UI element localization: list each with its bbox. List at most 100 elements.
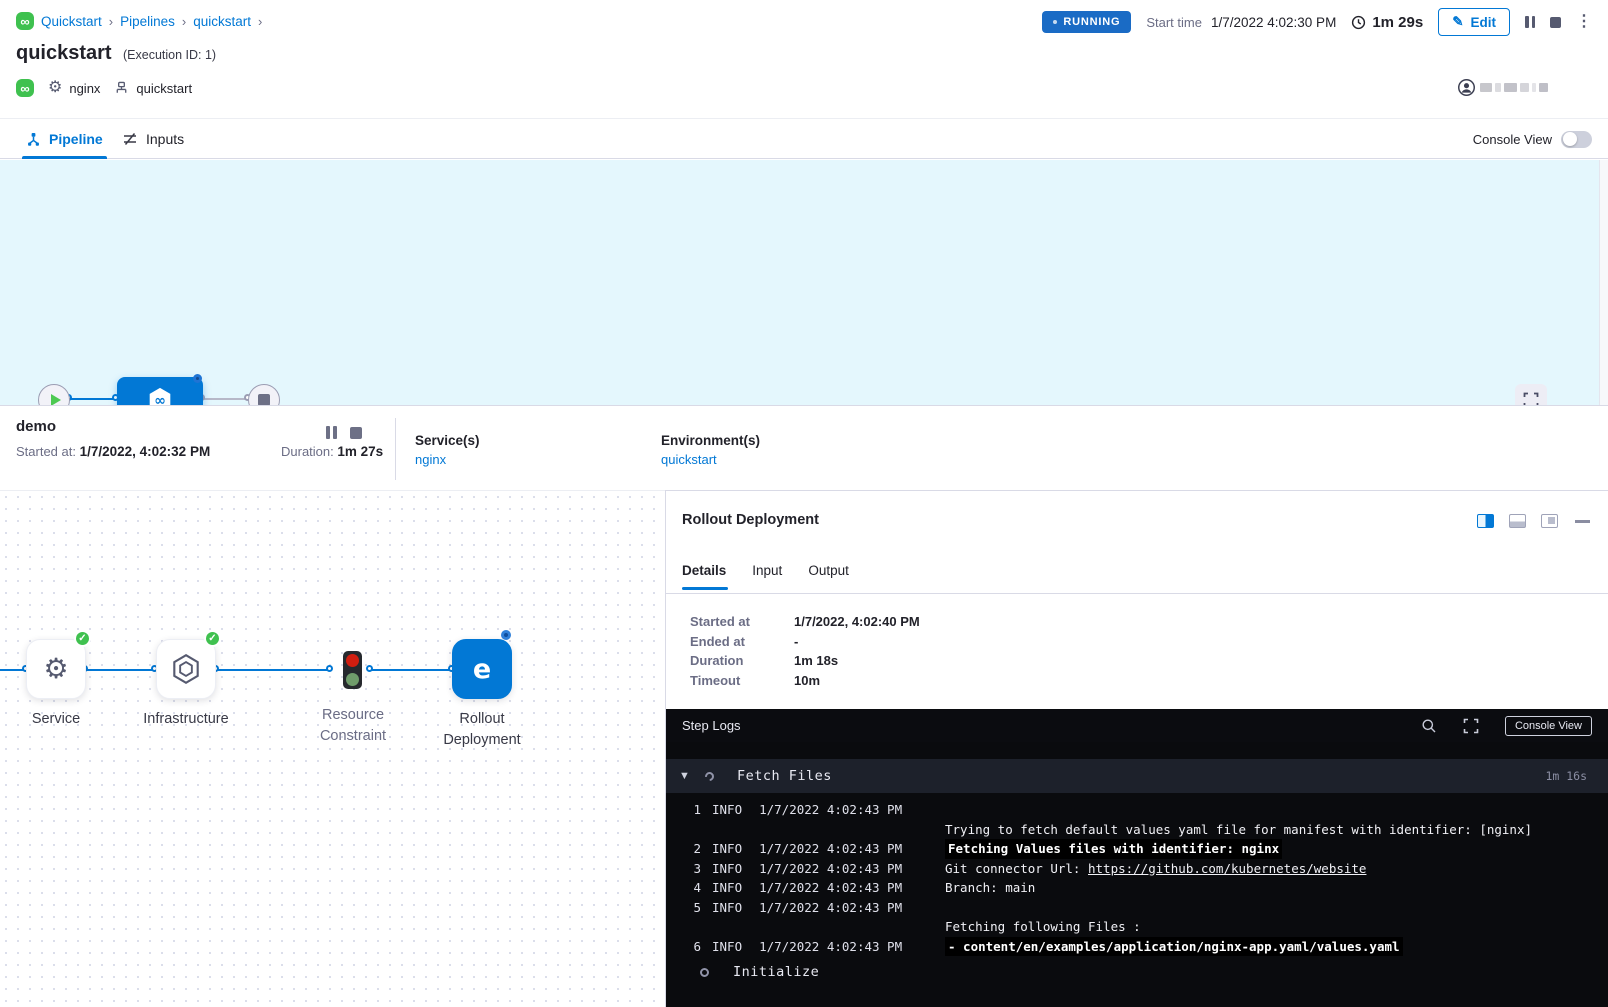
log-lines[interactable]: 1INFO1/7/2022 4:02:43 PM Trying to fetch… bbox=[666, 793, 1608, 956]
pipeline-icon bbox=[26, 132, 41, 147]
log-line: 4INFO1/7/2022 4:02:43 PMBranch: main bbox=[692, 878, 1608, 898]
log-section-fetch-files[interactable]: ▼ Fetch Files 1m 16s bbox=[666, 759, 1608, 793]
chevron-right-icon: › bbox=[109, 14, 113, 29]
step-panel-tabs: Details Input Output bbox=[682, 563, 849, 578]
chevron-right-icon: › bbox=[182, 14, 186, 29]
service-tag[interactable]: ⚙ nginx bbox=[48, 80, 100, 96]
loading-dot-icon bbox=[1053, 20, 1057, 24]
pause-stage-button[interactable] bbox=[326, 426, 337, 439]
logs-console-view-button[interactable]: Console View bbox=[1505, 716, 1592, 736]
breadcrumb-pipelines[interactable]: Pipelines bbox=[120, 14, 175, 29]
expand-logs-icon[interactable] bbox=[1463, 718, 1479, 734]
search-icon[interactable] bbox=[1421, 718, 1437, 734]
step-label: Service bbox=[0, 709, 116, 730]
log-link[interactable]: https://github.com/kubernetes/website bbox=[1088, 861, 1366, 876]
log-line: Trying to fetch default values yaml file… bbox=[692, 820, 1608, 840]
more-options-button[interactable]: ⋮ bbox=[1576, 14, 1592, 30]
stage-duration: Duration: 1m 27s bbox=[281, 444, 383, 459]
tag-row: ∞ ⚙ nginx quickstart bbox=[16, 79, 192, 97]
tab-details[interactable]: Details bbox=[682, 563, 726, 578]
user-chip bbox=[1458, 79, 1548, 96]
stage-name: demo bbox=[16, 418, 56, 435]
gear-icon: ⚙ bbox=[43, 655, 68, 683]
log-line: 6INFO1/7/2022 4:02:43 PM- content/en/exa… bbox=[692, 937, 1608, 957]
detail-row: Started at1/7/2022, 4:02:40 PM bbox=[690, 614, 1110, 629]
section-pending-icon bbox=[700, 968, 709, 977]
stop-stage-button[interactable] bbox=[350, 427, 362, 439]
canvas-scrollbar[interactable] bbox=[1599, 160, 1608, 405]
divider bbox=[395, 418, 396, 480]
inputs-icon bbox=[122, 131, 138, 147]
harness-logo-icon: ∞ bbox=[16, 12, 34, 30]
elapsed-time: 1m 29s bbox=[1351, 14, 1423, 31]
infrastructure-icon bbox=[169, 652, 203, 686]
stage-info-bar: demo Started at: 1/7/2022, 4:02:32 PM Du… bbox=[0, 405, 1608, 490]
section-duration: 1m 16s bbox=[1545, 769, 1587, 783]
step-node-service[interactable]: ⚙ bbox=[26, 639, 86, 699]
breadcrumb-pipeline[interactable]: quickstart bbox=[193, 14, 251, 29]
tab-inputs[interactable]: Inputs bbox=[122, 119, 184, 159]
console-view-control: Console View bbox=[1473, 119, 1592, 159]
panel-layout-controls bbox=[1477, 514, 1558, 528]
stage-controls bbox=[326, 426, 362, 439]
stage-started-at: Started at: 1/7/2022, 4:02:32 PM bbox=[16, 444, 210, 459]
success-check-icon: ✓ bbox=[204, 630, 221, 647]
pencil-icon: ✎ bbox=[1452, 14, 1463, 30]
log-line: 2INFO1/7/2022 4:02:43 PMFetching Values … bbox=[692, 839, 1608, 859]
start-time-label: Start time bbox=[1146, 15, 1202, 30]
environment-link[interactable]: quickstart bbox=[661, 452, 717, 467]
harness-cd-icon: ∞ bbox=[16, 79, 34, 97]
section-name: Fetch Files bbox=[737, 768, 832, 784]
services-label: Service(s) bbox=[415, 433, 480, 448]
tab-pipeline[interactable]: Pipeline bbox=[26, 119, 103, 159]
page-title: quickstart bbox=[16, 42, 112, 65]
avatar-icon bbox=[1458, 79, 1475, 96]
rollout-icon: e bbox=[473, 654, 491, 685]
environments-label: Environment(s) bbox=[661, 433, 760, 448]
execution-id: (Execution ID: 1) bbox=[123, 48, 216, 62]
step-panel-title: Rollout Deployment bbox=[682, 512, 819, 528]
console-view-label: Console View bbox=[1473, 132, 1552, 147]
step-node-resource-constraint[interactable] bbox=[343, 651, 362, 689]
redacted-username bbox=[1480, 83, 1548, 92]
red-light-icon bbox=[346, 654, 359, 667]
edge-stage-to-end bbox=[203, 398, 249, 400]
tab-output[interactable]: Output bbox=[808, 563, 849, 578]
tab-input[interactable]: Input bbox=[752, 563, 782, 578]
log-section-initialize[interactable]: Initialize bbox=[666, 964, 1608, 980]
step-node-rollout-deployment[interactable]: e bbox=[452, 639, 512, 699]
edge bbox=[370, 669, 454, 671]
environment-tag[interactable]: quickstart bbox=[114, 81, 192, 96]
step-node-infrastructure[interactable] bbox=[156, 639, 216, 699]
stop-execution-button[interactable] bbox=[1550, 17, 1561, 28]
active-tab-underline bbox=[682, 587, 728, 590]
edge-port bbox=[366, 665, 373, 672]
step-label: Infrastructure bbox=[126, 709, 246, 730]
execution-status-cluster: RUNNING Start time 1/7/2022 4:02:30 PM 1… bbox=[1042, 8, 1592, 36]
gear-icon: ⚙ bbox=[48, 80, 62, 96]
edge bbox=[86, 669, 158, 671]
console-view-toggle[interactable] bbox=[1561, 131, 1592, 148]
layout-bottom-button[interactable] bbox=[1509, 514, 1526, 528]
service-link[interactable]: nginx bbox=[415, 452, 446, 467]
log-line: 5INFO1/7/2022 4:02:43 PM bbox=[692, 898, 1608, 918]
layout-right-button[interactable] bbox=[1477, 514, 1494, 528]
breadcrumb: ∞ Quickstart › Pipelines › quickstart › bbox=[16, 12, 262, 30]
edit-button[interactable]: ✎ Edit bbox=[1438, 8, 1510, 36]
pipeline-canvas[interactable]: ∞ demo + − bbox=[0, 160, 1608, 405]
chevron-down-icon: ▼ bbox=[679, 770, 693, 782]
section-running-spinner-icon bbox=[703, 770, 716, 783]
stage-running-spinner-icon bbox=[193, 374, 202, 383]
detail-row: Timeout10m bbox=[690, 673, 1110, 688]
edge-start-to-stage bbox=[70, 398, 117, 400]
log-line: Fetching following Files : bbox=[692, 917, 1608, 937]
success-check-icon: ✓ bbox=[74, 630, 91, 647]
breadcrumb-project[interactable]: Quickstart bbox=[41, 14, 102, 29]
layout-float-button[interactable] bbox=[1541, 514, 1558, 528]
execution-graph-canvas[interactable]: ⚙ ✓ ✓ e Service Infrastructure Resource … bbox=[0, 490, 665, 1007]
minimize-panel-button[interactable] bbox=[1575, 520, 1590, 523]
step-logs-console: Step Logs Console View ▼ Fetch Files 1m … bbox=[666, 709, 1608, 1007]
detail-row: Duration1m 18s bbox=[690, 653, 1110, 668]
pause-execution-button[interactable] bbox=[1525, 16, 1535, 28]
clock-icon bbox=[1351, 15, 1366, 30]
